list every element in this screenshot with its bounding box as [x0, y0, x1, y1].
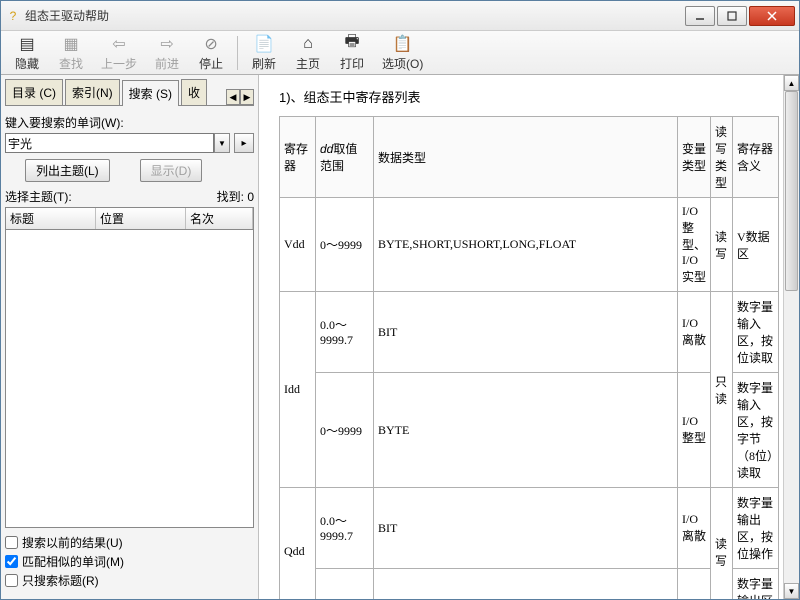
content-inner: 1)、组态王中寄存器列表 寄存器 dd取值范围 数据类型 变量类型 读写类型 寄… — [259, 75, 799, 599]
register-table: 寄存器 dd取值范围 数据类型 变量类型 读写类型 寄存器含义 Vdd 0～99… — [279, 116, 779, 599]
forward-button[interactable]: ⇨前进 — [145, 32, 189, 74]
results-list[interactable] — [5, 230, 254, 528]
table-row: Qdd 0.0～9999.7 BIT I/O离散 读写 数字量输出区，按位操作 — [280, 488, 779, 569]
tab-contents[interactable]: 目录 (C) — [5, 79, 63, 105]
window-controls — [683, 6, 795, 26]
content-pane: 1)、组态王中寄存器列表 寄存器 dd取值范围 数据类型 变量类型 读写类型 寄… — [259, 75, 799, 599]
app-icon: ? — [5, 8, 21, 24]
sidebar-tabs: 目录 (C) 索引(N) 搜索 (S) 收 ◀ ▶ — [5, 79, 254, 106]
find-button[interactable]: ▦查找 — [49, 32, 93, 74]
toolbar-separator — [237, 36, 238, 70]
tab-favorites[interactable]: 收 — [181, 79, 207, 105]
stop-icon: ⊘ — [201, 34, 221, 54]
search-row: ▼ ▸ — [5, 133, 254, 153]
options-icon: 📋 — [393, 34, 413, 54]
close-button[interactable] — [749, 6, 795, 26]
content-heading: 1)、组态王中寄存器列表 — [279, 87, 779, 106]
print-icon: 🖶 — [342, 34, 362, 54]
found-label: 找到: 0 — [217, 188, 254, 205]
sidebar: 目录 (C) 索引(N) 搜索 (S) 收 ◀ ▶ 键入要搜索的单词(W): ▼… — [1, 75, 259, 599]
table-row: Idd 0.0～9999.7 BIT I/O离散 只读 数字量输入区，按位读取 — [280, 292, 779, 373]
search-go-button[interactable]: ▸ — [234, 133, 254, 153]
forward-icon: ⇨ — [157, 34, 177, 54]
search-options: 搜索以前的结果(U) 匹配相似的单词(M) 只搜索标题(R) — [5, 528, 254, 595]
body: 目录 (C) 索引(N) 搜索 (S) 收 ◀ ▶ 键入要搜索的单词(W): ▼… — [1, 75, 799, 599]
chk-similar[interactable]: 匹配相似的单词(M) — [5, 553, 254, 570]
tab-search[interactable]: 搜索 (S) — [122, 80, 179, 106]
col-title[interactable]: 标题 — [6, 208, 96, 229]
table-row: 0～9999 BYTE I/O整型 数字量输入区，按字节（8位）读取 — [280, 373, 779, 488]
home-button[interactable]: ⌂主页 — [286, 32, 330, 74]
chk-previous[interactable]: 搜索以前的结果(U) — [5, 534, 254, 551]
display-button[interactable]: 显示(D) — [140, 159, 203, 182]
back-icon: ⇦ — [109, 34, 129, 54]
chk-titles[interactable]: 只搜索标题(R) — [5, 572, 254, 589]
refresh-icon: 📄 — [254, 34, 274, 54]
hide-button[interactable]: ▤隐藏 — [5, 32, 49, 74]
col-rank[interactable]: 名次 — [186, 208, 253, 229]
table-row: Vdd 0～9999 BYTE,SHORT,USHORT,LONG,FLOAT … — [280, 198, 779, 292]
find-icon: ▦ — [61, 34, 81, 54]
table-row: 数字量输出区 — [280, 569, 779, 600]
search-input[interactable] — [5, 133, 214, 153]
stop-button[interactable]: ⊘停止 — [189, 32, 233, 74]
list-topics-button[interactable]: 列出主题(L) — [25, 159, 110, 182]
print-button[interactable]: 🖶打印 — [330, 32, 374, 74]
status-row: 选择主题(T): 找到: 0 — [5, 188, 254, 205]
th-register: 寄存器 — [284, 142, 308, 173]
tab-right-icon[interactable]: ▶ — [240, 89, 254, 105]
hide-icon: ▤ — [17, 34, 37, 54]
options-button[interactable]: 📋选项(O) — [374, 32, 431, 74]
help-window: ? 组态王驱动帮助 ▤隐藏 ▦查找 ⇦上一步 ⇨前进 ⊘停止 📄刷新 ⌂主页 🖶… — [0, 0, 800, 600]
back-button[interactable]: ⇦上一步 — [93, 32, 145, 74]
th-rwtype: 读写类型 — [715, 125, 727, 190]
window-title: 组态王驱动帮助 — [25, 7, 683, 24]
title-bar: ? 组态王驱动帮助 — [1, 1, 799, 31]
scroll-down-icon[interactable]: ▼ — [784, 583, 799, 599]
results-header: 标题 位置 名次 — [5, 207, 254, 230]
search-dropdown-icon[interactable]: ▼ — [214, 133, 230, 153]
th-datatype: 数据类型 — [378, 151, 426, 165]
maximize-button[interactable] — [717, 6, 747, 26]
home-icon: ⌂ — [298, 34, 318, 54]
th-vartype: 变量类型 — [682, 142, 706, 173]
th-range: dd取值范围 — [320, 142, 357, 173]
scroll-up-icon[interactable]: ▲ — [784, 75, 799, 91]
th-meaning: 寄存器含义 — [737, 142, 773, 173]
button-row: 列出主题(L) 显示(D) — [5, 159, 254, 182]
tab-index[interactable]: 索引(N) — [65, 79, 120, 105]
minimize-button[interactable] — [685, 6, 715, 26]
toolbar: ▤隐藏 ▦查找 ⇦上一步 ⇨前进 ⊘停止 📄刷新 ⌂主页 🖶打印 📋选项(O) — [1, 31, 799, 75]
tab-left-icon[interactable]: ◀ — [226, 89, 240, 105]
refresh-button[interactable]: 📄刷新 — [242, 32, 286, 74]
vertical-scrollbar[interactable]: ▲ ▼ — [783, 75, 799, 599]
select-topic-label: 选择主题(T): — [5, 188, 217, 205]
scroll-thumb[interactable] — [785, 91, 798, 291]
table-header-row: 寄存器 dd取值范围 数据类型 变量类型 读写类型 寄存器含义 — [280, 117, 779, 198]
col-location[interactable]: 位置 — [96, 208, 186, 229]
tab-scroll: ◀ ▶ — [226, 89, 254, 105]
search-label: 键入要搜索的单词(W): — [5, 114, 254, 131]
